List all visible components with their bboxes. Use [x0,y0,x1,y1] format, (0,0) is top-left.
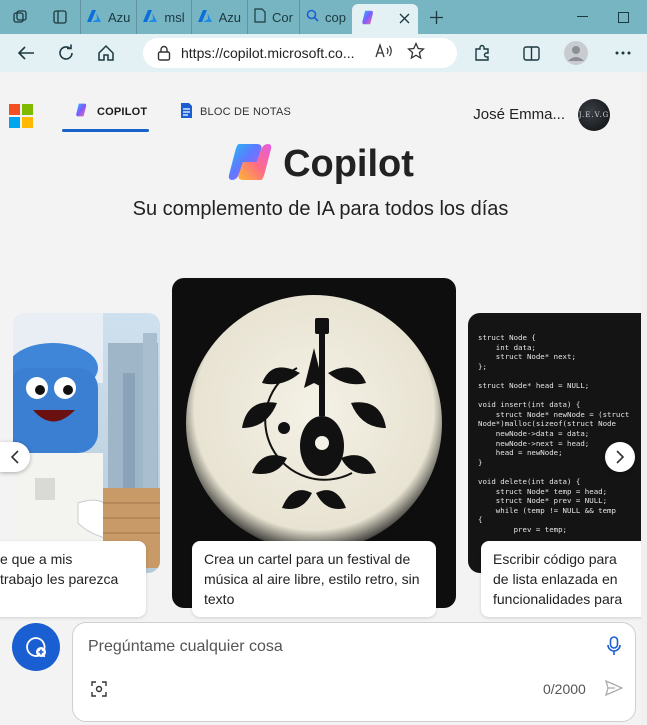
copilot-title: Copilot [283,143,414,185]
profile-icon [564,41,588,65]
avatar[interactable]: J.E.V.G [578,99,610,131]
azure-icon [87,9,102,26]
character-counter: 0/2000 [543,681,586,697]
puzzle-icon [475,44,489,61]
tab-notebook-label: BLOC DE NOTAS [200,106,292,118]
search-icon [306,9,319,25]
azure-icon [143,9,158,26]
minimize-button[interactable] [562,0,602,34]
active-tab-indicator [62,129,149,132]
tab-label: cop [324,9,346,25]
lock-icon [157,45,171,61]
tab-label: Azu [108,9,131,25]
copilot-brand: Copilot [0,140,641,189]
browser-toolbar: https://copilot.microsoft.co... [0,34,647,72]
water-cooler-image [13,313,160,573]
home-icon [98,44,114,61]
more-options-button[interactable] [603,34,643,72]
microphone-icon[interactable] [607,636,621,661]
tagline: Su complemento de IA para todos los días [132,198,509,220]
copilot-icon [74,102,90,121]
suggestion-card-left[interactable] [13,313,160,573]
maximize-button[interactable] [603,0,643,34]
tab-actions-icon[interactable] [40,0,80,34]
home-button[interactable] [86,34,126,72]
back-button[interactable] [6,34,46,72]
plus-icon [430,10,444,24]
notebook-icon [180,102,193,122]
profile-button[interactable] [556,34,596,72]
ellipsis-icon [615,51,631,55]
tab-copilot-label: COPILOT [97,105,148,118]
microsoft-logo[interactable] [9,104,33,128]
browser-tab[interactable]: Azu [80,0,136,34]
new-chat-icon [26,637,46,658]
browser-tab[interactable]: cop [298,0,352,34]
back-arrow-icon [17,46,34,60]
azure-icon [197,9,213,26]
chevron-left-icon [10,450,19,464]
copilot-header: COPILOT BLOC DE NOTAS José Emma... J.E.V… [0,72,641,134]
card-caption-left[interactable]: e que a mis trabajo les parezca [0,541,146,617]
split-screen-icon [522,45,540,61]
carousel-next-button[interactable] [605,442,635,472]
chat-composer[interactable]: Pregúntame cualquier cosa 0/2000 [72,622,636,722]
new-tab-button[interactable] [422,0,452,34]
browser-tab[interactable]: Azu [190,0,247,34]
carousel-prev-button[interactable] [0,442,30,472]
user-name[interactable]: José Emma... [473,106,565,123]
address-bar[interactable]: https://copilot.microsoft.co... [143,38,457,68]
document-icon [254,8,266,26]
read-aloud-icon[interactable] [375,42,393,64]
copilot-logo-icon [227,140,273,189]
close-tab-icon[interactable] [399,12,410,27]
tab-label: msl [164,9,185,25]
url-text: https://copilot.microsoft.co... [181,45,355,61]
refresh-icon [59,44,73,60]
workspaces-icon[interactable] [0,0,40,34]
tab-label: Azu [218,9,242,25]
card-caption-center[interactable]: Crea un cartel para un festival de músic… [192,541,436,617]
send-icon[interactable] [604,679,624,701]
refresh-button[interactable] [46,34,86,72]
tab-notebook[interactable]: BLOC DE NOTAS [180,102,291,122]
copilot-icon [360,9,377,29]
page-scrollbar[interactable] [641,72,647,725]
split-screen-button[interactable] [511,34,551,72]
new-topic-button[interactable] [12,623,60,671]
chevron-right-icon [616,450,625,464]
browser-tab[interactable]: msl [136,0,190,34]
code-snippet: struct Node { int data; struct Node* nex… [478,333,630,534]
chat-input[interactable]: Pregúntame cualquier cosa [88,638,283,656]
tab-label: Cor [272,9,293,25]
visual-search-icon[interactable] [91,681,107,702]
browser-tab[interactable]: Cor [247,0,299,34]
browser-tab-bar: Azu msl Azu Cor cop [0,0,647,34]
browser-tab-active[interactable] [351,4,418,34]
copilot-page: COPILOT BLOC DE NOTAS José Emma... J.E.V… [0,72,641,725]
extensions-button[interactable] [462,34,502,72]
favorite-star-icon[interactable] [406,41,426,65]
tab-copilot[interactable]: COPILOT [74,102,147,121]
card-caption-right[interactable]: Escribir código para de lista enlazada e… [481,541,641,617]
